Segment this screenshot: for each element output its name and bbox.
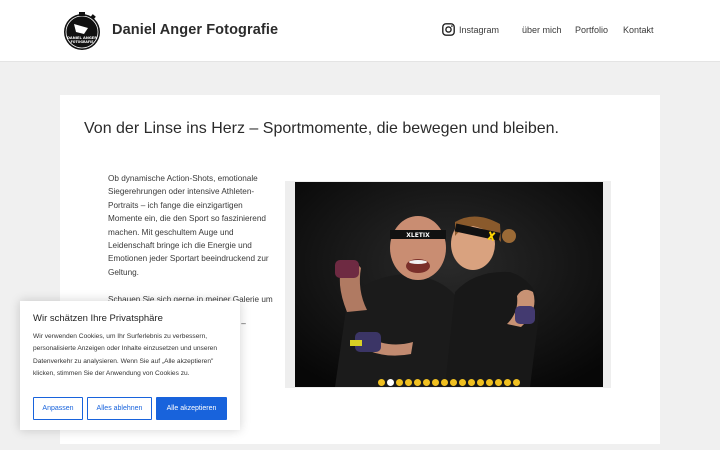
page-headline: Von der Linse ins Herz – Sportmomente, d…	[84, 120, 559, 137]
logo-text-line2: FOTOGRAFIE	[71, 40, 94, 44]
slider-dot[interactable]	[450, 379, 457, 386]
slider-dot[interactable]	[459, 379, 466, 386]
slider-dot[interactable]	[423, 379, 430, 386]
nav-instagram[interactable]: Instagram	[442, 23, 499, 36]
cookie-title: Wir schätzen Ihre Privatsphäre	[33, 313, 163, 324]
cookie-text: Wir verwenden Cookies, um Ihr Surferlebn…	[33, 333, 218, 378]
slider-photo-image: XLETIX	[295, 182, 603, 387]
slider-dot[interactable]	[405, 379, 412, 386]
intro-paragraph-1: Ob dynamische Action-Shots, emotionale S…	[108, 174, 269, 277]
site-logo[interactable]: DANIEL ANGER FOTOGRAFIE	[62, 10, 102, 52]
slider-dot[interactable]	[477, 379, 484, 386]
cookie-consent-banner: Wir schätzen Ihre Privatsphäre Wir verwe…	[20, 301, 240, 430]
cookie-reject-button[interactable]: Alles ablehnen	[87, 397, 152, 420]
slider-dot[interactable]	[513, 379, 520, 386]
cookie-accept-button[interactable]: Alle akzeptieren	[156, 397, 227, 420]
slider-dot[interactable]	[441, 379, 448, 386]
slider-photo[interactable]: XLETIX	[295, 182, 603, 387]
site-header: DANIEL ANGER FOTOGRAFIE Daniel Anger Fot…	[0, 0, 720, 62]
slider-dot[interactable]	[486, 379, 493, 386]
nav-instagram-label: Instagram	[459, 24, 500, 35]
slider-dot[interactable]	[468, 379, 475, 386]
slider-dot[interactable]	[396, 379, 403, 386]
slider-dot[interactable]	[495, 379, 502, 386]
slider-dot[interactable]	[414, 379, 421, 386]
instagram-icon	[442, 23, 455, 36]
slider-dot[interactable]	[387, 379, 394, 386]
nav-ueber-mich[interactable]: über mich	[522, 25, 562, 35]
slider-dot[interactable]	[504, 379, 511, 386]
cookie-customize-button[interactable]: Anpassen	[33, 397, 83, 420]
slider-dot[interactable]	[432, 379, 439, 386]
site-title[interactable]: Daniel Anger Fotografie	[112, 22, 278, 38]
slider-dots	[378, 379, 520, 386]
nav-kontakt[interactable]: Kontakt	[623, 25, 654, 35]
nav-portfolio[interactable]: Portfolio	[575, 25, 608, 35]
slider-dot[interactable]	[378, 379, 385, 386]
man-headband-text: XLETIX	[406, 232, 430, 239]
